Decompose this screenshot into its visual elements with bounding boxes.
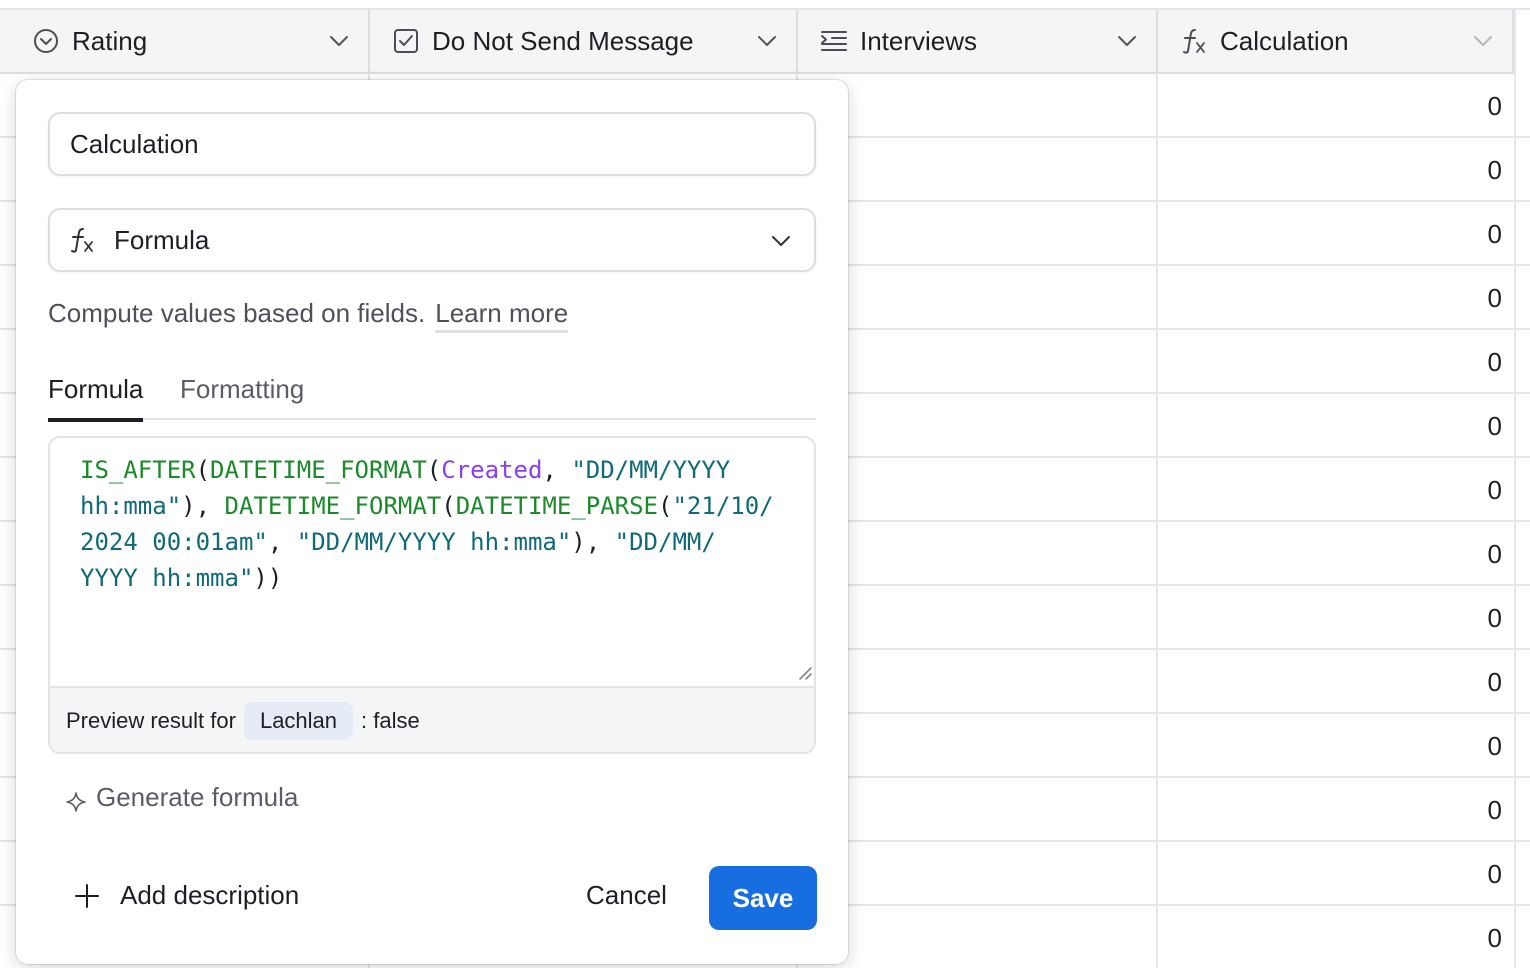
formula-field-ref: Created <box>441 456 543 484</box>
column-header-label: Calculation <box>1220 25 1349 56</box>
column-header-label: Interviews <box>860 25 978 56</box>
chevron-down-icon[interactable] <box>1472 30 1494 52</box>
calculation-cell[interactable]: 0 <box>1160 330 1512 394</box>
chevron-down-icon <box>770 230 792 252</box>
formula-string: 2024 00:01am" <box>80 528 268 556</box>
formula-function: DATETIME_FORMAT <box>210 456 427 484</box>
sparkle-icon <box>66 788 86 812</box>
formula-code[interactable]: IS_AFTER(DATETIME_FORMAT(Created, "DD/MM… <box>80 452 792 596</box>
formula-icon <box>1180 27 1208 55</box>
column-header-interviews[interactable]: Interviews <box>798 10 1158 72</box>
calculation-cell[interactable]: 0 <box>1160 266 1512 330</box>
helper-text: Compute values based on fields. <box>48 298 426 328</box>
preview-label: Preview result for <box>66 708 236 733</box>
tab-formula[interactable]: Formula <box>48 374 144 422</box>
field-type-select[interactable]: Formula <box>48 208 816 272</box>
add-description-button[interactable]: Add description <box>74 880 299 911</box>
formula-function: IS_AFTER <box>80 456 196 484</box>
learn-more-link[interactable]: Learn more <box>435 298 569 333</box>
checkbox-icon <box>392 27 420 55</box>
calculation-cell[interactable]: 0 <box>1160 778 1512 842</box>
calculation-cell[interactable]: 0 <box>1160 202 1512 266</box>
calculation-cell[interactable]: 0 <box>1160 906 1512 968</box>
calculation-cell[interactable]: 0 <box>1160 138 1512 202</box>
chevron-down-icon[interactable] <box>1116 30 1138 52</box>
column-header-calculation[interactable]: Calculation <box>1158 10 1514 72</box>
resize-handle-icon[interactable] <box>796 664 812 680</box>
formula-string: "DD/MM/ <box>614 528 716 556</box>
field-type-helper: Compute values based on fields. Learn mor… <box>48 298 569 333</box>
generate-formula-button[interactable]: Generate formula <box>66 782 298 813</box>
add-description-label: Add description <box>120 880 300 910</box>
field-name-input[interactable]: Calculation <box>48 112 816 176</box>
long-text-icon <box>820 27 848 55</box>
column-header-label: Do Not Send Message <box>432 25 694 56</box>
formula-string: "DD/MM/YYYY hh:mma" <box>296 528 572 556</box>
formula-string: "DD/MM/YYYY <box>571 456 731 484</box>
grid-right-edge <box>1514 10 1530 968</box>
generate-formula-label: Generate formula <box>96 782 299 812</box>
calculation-cell[interactable]: 0 <box>1160 650 1512 714</box>
formula-function: DATETIME_FORMAT <box>224 492 442 520</box>
formula-editor[interactable]: IS_AFTER(DATETIME_FORMAT(Created, "DD/MM… <box>48 436 816 754</box>
chevron-down-icon[interactable] <box>328 30 350 52</box>
preview-result: : false <box>361 708 420 733</box>
tab-formatting[interactable]: Formatting <box>180 374 304 420</box>
calculation-cell[interactable]: 0 <box>1160 522 1512 586</box>
formula-function: DATETIME_PARSE <box>455 492 659 520</box>
column-header-rating[interactable]: Rating <box>10 10 370 72</box>
calculation-cell[interactable]: 0 <box>1160 842 1512 906</box>
save-button[interactable]: Save <box>709 866 817 930</box>
formula-string: YYYY hh:mma" <box>80 564 254 592</box>
calculation-cell[interactable]: 0 <box>1160 714 1512 778</box>
calculation-cell[interactable]: 0 <box>1160 394 1512 458</box>
formula-preview: Preview result for Lachlan : false <box>50 686 814 752</box>
chevron-down-icon[interactable] <box>756 30 778 52</box>
formula-string: "21/10/ <box>672 492 774 520</box>
formula-string: hh:mma" <box>80 492 182 520</box>
cancel-button[interactable]: Cancel <box>586 880 667 911</box>
field-type-label: Formula <box>114 224 210 255</box>
column-header-row: Rating Do Not Send Message Interviews Ca… <box>0 10 1530 74</box>
column-header-label: Rating <box>72 25 148 56</box>
calculation-cell[interactable]: 0 <box>1160 74 1512 138</box>
column-header-do-not-send-message[interactable]: Do Not Send Message <box>370 10 798 72</box>
rating-icon <box>32 27 60 55</box>
calculation-cell[interactable]: 0 <box>1160 586 1512 650</box>
formula-icon <box>68 226 96 254</box>
field-config-popup: Calculation Formula Compute values based… <box>16 80 848 964</box>
calculation-cell[interactable]: 0 <box>1160 458 1512 522</box>
plus-icon <box>74 883 100 909</box>
config-tabs: Formula Formatting <box>48 374 816 422</box>
preview-record-chip[interactable]: Lachlan <box>243 702 354 740</box>
